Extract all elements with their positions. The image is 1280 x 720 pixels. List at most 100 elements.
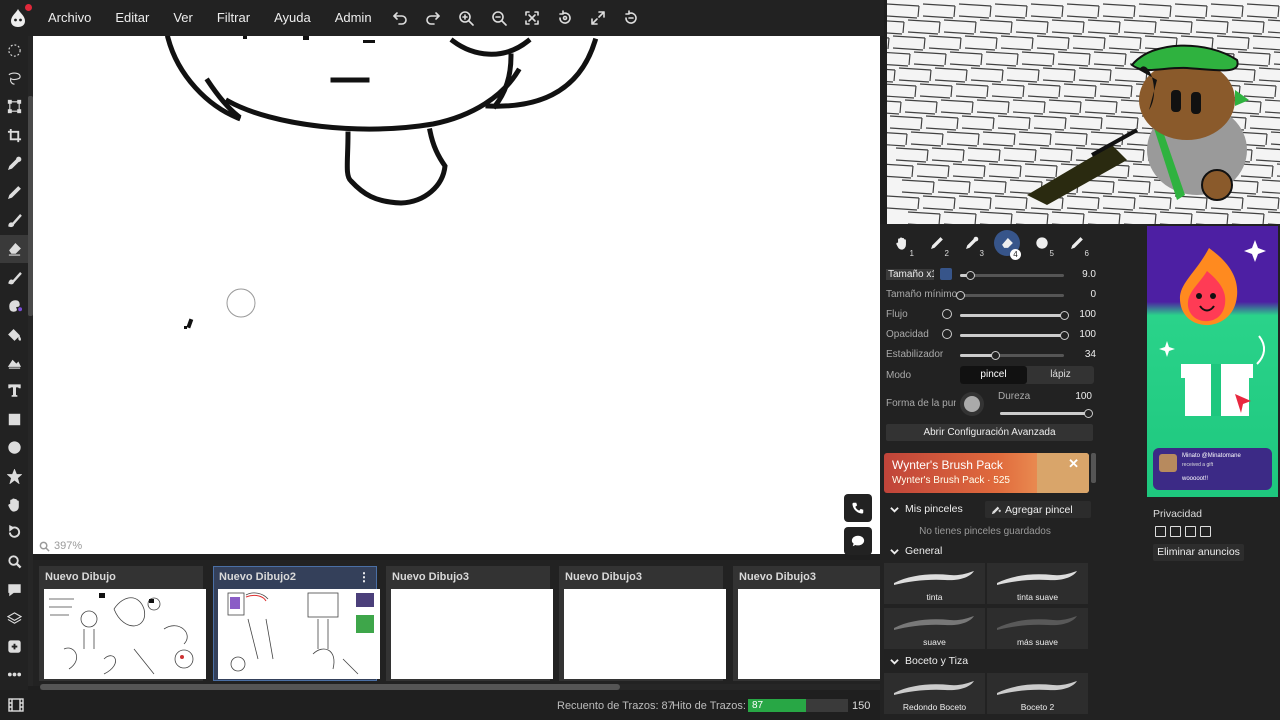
layout-bottom-icon[interactable]	[1170, 526, 1181, 537]
brush-preset-boceto-2[interactable]: Boceto 2	[987, 673, 1088, 714]
tip-shape-preview[interactable]	[960, 392, 984, 416]
pressure-icon[interactable]	[942, 329, 952, 339]
call-button[interactable]	[844, 494, 872, 522]
panel-scrollbar[interactable]	[1091, 453, 1096, 483]
brush-stroke-preview	[997, 616, 1077, 630]
frame-card[interactable]: Nuevo Dibujo3	[733, 566, 880, 681]
frame-card[interactable]: Nuevo Dibujo3	[386, 566, 553, 681]
frame-card[interactable]: Nuevo Dibujo	[39, 566, 206, 681]
more-icon[interactable]	[0, 661, 28, 689]
hardness-value: 100	[1075, 391, 1092, 402]
size-value: 9.0	[1082, 269, 1096, 280]
brush-slot-pencil[interactable]: 6	[1059, 228, 1094, 258]
mode-row: Modo pincel lápiz	[886, 366, 1096, 384]
pen-icon[interactable]	[0, 178, 28, 206]
brush-pack-banner[interactable]: Wynter's Brush Pack Wynter's Brush Pack …	[884, 453, 1089, 493]
privacy-link[interactable]: Privacidad	[1153, 508, 1202, 520]
size-slider[interactable]	[960, 271, 1064, 280]
brush-slot-circle[interactable]: 5	[1024, 228, 1059, 258]
brush-preset-mas-suave[interactable]: más suave	[987, 608, 1088, 649]
brush-icon[interactable]	[0, 206, 28, 234]
menu-ver[interactable]: Ver	[161, 0, 205, 36]
transform-lasso-icon[interactable]	[0, 64, 28, 92]
menu-editar[interactable]: Editar	[103, 0, 161, 36]
hand-icon[interactable]	[0, 490, 28, 518]
eraser-icon[interactable]	[0, 234, 28, 264]
gradient-icon[interactable]	[0, 348, 28, 376]
zoom-out-icon[interactable]	[483, 0, 516, 36]
blur-icon[interactable]	[0, 292, 28, 320]
min-size-slider[interactable]	[956, 291, 1064, 300]
fill-icon[interactable]	[0, 320, 28, 348]
layers-icon[interactable]	[0, 604, 28, 632]
ad-notif-text: wooooot!!	[1182, 476, 1209, 482]
transform-icon[interactable]	[0, 93, 28, 121]
layout-right-icon[interactable]	[1200, 526, 1211, 537]
eyedropper-icon[interactable]	[0, 150, 28, 178]
layout-top-icon[interactable]	[1155, 526, 1166, 537]
reset-icon[interactable]	[615, 0, 648, 36]
star-shape-icon[interactable]	[0, 462, 28, 490]
brush-preset-suave[interactable]: suave	[884, 608, 985, 649]
pressure-icon[interactable]	[942, 309, 952, 319]
mode-pincel[interactable]: pincel	[960, 366, 1027, 384]
hardness-slider[interactable]	[1000, 409, 1093, 418]
frame-card[interactable]: Nuevo Dibujo3	[559, 566, 726, 681]
min-size-label: Tamaño mínimo	[886, 289, 958, 300]
frame-menu-icon[interactable]: ⋮	[358, 570, 370, 584]
zoom-in-icon[interactable]	[450, 0, 483, 36]
menu-filtrar[interactable]: Filtrar	[205, 0, 262, 36]
stabilizer-slider[interactable]	[960, 351, 1064, 360]
reference-image[interactable]	[887, 0, 1280, 224]
menu-archivo[interactable]: Archivo	[36, 0, 103, 36]
brush-slot-pen[interactable]: 2	[919, 228, 954, 258]
brush-slot-hand[interactable]: 1	[884, 228, 919, 258]
ellipse-icon[interactable]	[0, 433, 28, 461]
lasso-select-icon[interactable]	[0, 36, 28, 64]
app-logo[interactable]	[0, 0, 36, 36]
text-icon[interactable]	[0, 377, 28, 405]
fullscreen-icon[interactable]	[582, 0, 615, 36]
smudge-icon[interactable]	[0, 263, 28, 291]
rotate-icon[interactable]	[549, 0, 582, 36]
my-brushes-label: Mis pinceles	[905, 503, 963, 515]
close-icon[interactable]: ✕	[1068, 456, 1079, 472]
opacity-slider[interactable]	[960, 331, 1069, 340]
general-header[interactable]: General	[890, 545, 942, 557]
my-brushes-header[interactable]: Mis pinceles	[890, 503, 963, 515]
chat-button[interactable]	[844, 527, 872, 555]
brush-preset-redondo-boceto[interactable]: Redondo Boceto	[884, 673, 985, 714]
flow-slider[interactable]	[960, 311, 1069, 320]
add-brush-button[interactable]: Agregar pincel	[985, 501, 1091, 518]
sketch-header[interactable]: Boceto y Tiza	[890, 655, 968, 667]
pressure-link-icon[interactable]	[940, 268, 952, 280]
zoom-level: 397%	[39, 540, 82, 552]
frame-card-selected[interactable]: Nuevo Dibujo2 ⋮	[213, 566, 380, 681]
zoom-tool-icon[interactable]	[0, 547, 28, 575]
fit-screen-icon[interactable]	[516, 0, 549, 36]
brush-slot-eyedropper[interactable]: 3	[954, 228, 989, 258]
remove-ads-button[interactable]: Eliminar anuncios	[1153, 544, 1244, 561]
advanced-settings-button[interactable]: Abrir Configuración Avanzada	[886, 424, 1093, 441]
filmstrip-icon[interactable]	[0, 690, 32, 720]
add-brush-label: Agregar pincel	[1005, 503, 1073, 516]
comment-icon[interactable]	[0, 575, 28, 603]
brush-slot-eraser[interactable]: 4	[989, 228, 1024, 260]
menu-admin[interactable]: Admin	[323, 0, 384, 36]
add-icon[interactable]	[0, 632, 28, 660]
reference-illustration	[887, 0, 1280, 224]
brush-stroke-preview	[894, 571, 974, 585]
rectangle-icon[interactable]	[0, 405, 28, 433]
brush-preset-tinta[interactable]: tinta	[884, 563, 985, 604]
zoom-value: 397%	[54, 540, 83, 552]
crop-icon[interactable]	[0, 121, 28, 149]
advertisement[interactable]: Minato @Minatomane received a gift woooo…	[1147, 226, 1278, 497]
layout-left-icon[interactable]	[1185, 526, 1196, 537]
redo-icon[interactable]	[417, 0, 450, 36]
mode-lapiz[interactable]: lápiz	[1027, 366, 1094, 384]
brush-preset-tinta-suave[interactable]: tinta suave	[987, 563, 1088, 604]
menu-ayuda[interactable]: Ayuda	[262, 0, 323, 36]
rotate-tool-icon[interactable]	[0, 519, 28, 547]
drawing-canvas[interactable]: 397%	[33, 36, 880, 554]
undo-icon[interactable]	[384, 0, 417, 36]
